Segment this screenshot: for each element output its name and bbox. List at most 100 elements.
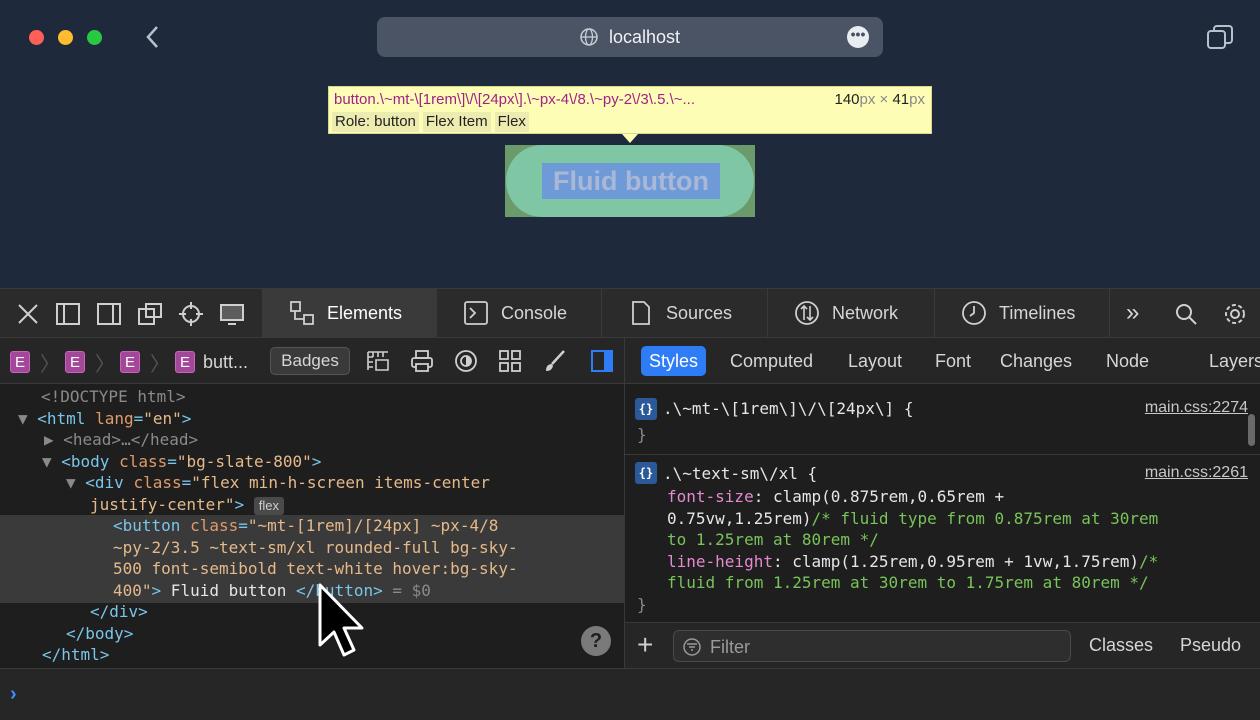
tooltip-dimensions: 140px × 41px (834, 91, 925, 108)
pseudo-button[interactable]: Pseudo (1180, 635, 1241, 656)
chevron-double-right-icon: » (1126, 299, 1140, 326)
dom-div-cont: justify-center"> flex (90, 494, 285, 516)
tab-font[interactable]: Font (927, 346, 979, 376)
tooltip-selector: button.\~mt-\[1rem\]\/\[24px\].\~px-4\/8… (334, 91, 696, 108)
back-button[interactable] (142, 22, 164, 52)
elements-breadcrumb-bar: E 〉 E 〉 E 〉 Ebutt... Badges (0, 338, 624, 384)
devtools-toolbar: Elements Console Sources Network Timelin… (0, 288, 1260, 338)
dom-tree: <!DOCTYPE html> ▼ <html lang="en"> ▶ <he… (0, 384, 624, 668)
dom-body[interactable]: ▼ <body class="bg-slate-800"> (42, 451, 321, 473)
minimize-window-button[interactable] (58, 30, 73, 45)
highlighted-element-overlay: Fluid button (505, 145, 755, 217)
close-icon[interactable] (15, 301, 41, 327)
layout-grid-overlay-icon[interactable] (365, 348, 391, 374)
css-rule-icon: {} (635, 462, 657, 484)
rule2-selector[interactable]: .\~text-sm\/xl { (663, 463, 817, 485)
dom-html[interactable]: ▼ <html lang="en"> (18, 408, 191, 430)
dom-button-cont-1: ~py-2/3.5 ~text-sm/xl rounded-full bg-sk… (113, 538, 518, 557)
prop-font-size[interactable]: font-size: clamp(0.875rem,0.65rem + (667, 486, 1004, 508)
classes-button[interactable]: Classes (1089, 635, 1153, 656)
styles-scrollbar[interactable] (1248, 414, 1255, 446)
page-viewport: button.\~mt-\[1rem\]\/\[24px\].\~px-4\/8… (0, 74, 1260, 288)
tab-network[interactable]: Network (767, 289, 934, 337)
inspector-tooltip: button.\~mt-\[1rem\]\/\[24px\].\~px-4\/8… (328, 86, 932, 134)
sources-icon (632, 301, 650, 325)
breadcrumb-div[interactable]: E 〉 (120, 350, 170, 376)
chevron-left-icon (146, 26, 158, 48)
prop-line-height-cont: fluid from 1.25rem at 30rem to 1.75rem a… (667, 573, 1149, 592)
dom-doctype[interactable]: <!DOCTYPE html> (41, 386, 186, 408)
styles-panel: {} .\~mt-\[1rem\]\/\[24px\] { main.css:2… (624, 384, 1260, 622)
fluid-button-label: Fluid button (553, 166, 709, 196)
help-button[interactable]: ? (581, 626, 611, 656)
dom-head[interactable]: ▶ <head>…</head> (44, 429, 198, 451)
url-text: localhost (609, 27, 681, 47)
tab-computed[interactable]: Computed (722, 346, 821, 376)
flex-badge[interactable]: flex (253, 497, 285, 515)
tooltip-flex-badge: Flex (494, 112, 529, 132)
rule1-source-link[interactable]: main.css:2274 (1145, 397, 1248, 419)
dock-left-icon[interactable] (55, 301, 81, 327)
dom-button[interactable]: <button class="~mt-[1rem]/[24px] ~px-4/8 (113, 515, 498, 537)
dom-html-close[interactable]: </html> (42, 644, 109, 666)
gear-icon[interactable] (1222, 301, 1248, 327)
rule2-close-brace: } (637, 595, 647, 614)
tooltip-flex-item-badge: Flex Item (422, 112, 491, 132)
badges-button[interactable]: Badges (270, 347, 350, 375)
content-box-highlight: Fluid button (542, 163, 720, 199)
element-picker-icon[interactable] (178, 301, 204, 327)
tab-console[interactable]: Console (436, 289, 601, 337)
undock-icon[interactable] (137, 301, 163, 327)
page-menu-button[interactable]: ••• (847, 26, 869, 48)
appearance-icon[interactable] (453, 348, 479, 374)
more-tabs-button[interactable]: » (1109, 289, 1161, 337)
rule-divider (625, 454, 1260, 455)
filter-placeholder: Filter (710, 637, 750, 657)
breadcrumb-button[interactable]: Ebutt... (175, 350, 248, 374)
rule1-close-brace: } (637, 425, 647, 444)
styles-filter-bar: + Filter Classes Pseudo (624, 622, 1260, 668)
tab-node[interactable]: Node (1098, 346, 1157, 376)
tab-layers[interactable]: Layers (1201, 346, 1260, 376)
elements-icon (290, 301, 314, 325)
address-bar[interactable]: localhost ••• (377, 17, 883, 57)
dom-body-close[interactable]: </body> (66, 623, 133, 645)
rule1-selector[interactable]: .\~mt-\[1rem\]\/\[24px\] { (663, 398, 913, 420)
grid-icon[interactable] (497, 348, 523, 374)
dom-button-cont-2: 500 font-semibold text-white hover:bg-sk… (113, 559, 518, 578)
tooltip-arrow (622, 134, 638, 143)
tab-elements[interactable]: Elements (262, 289, 436, 337)
paintbrush-icon[interactable] (542, 348, 568, 374)
print-icon[interactable] (409, 348, 435, 374)
mouse-cursor-icon (318, 583, 364, 657)
tab-changes[interactable]: Changes (992, 346, 1080, 376)
dom-button-cont-3: 400"> Fluid button </button> = $0 (113, 581, 431, 600)
prop-font-size-cont-2: to 1.25rem at 80rem */ (667, 530, 879, 549)
dom-div-close[interactable]: </div> (90, 601, 148, 623)
search-icon[interactable] (1173, 301, 1199, 327)
breadcrumb-body[interactable]: E 〉 (65, 350, 115, 376)
dom-div[interactable]: ▼ <div class="flex min-h-screen items-ce… (66, 472, 490, 494)
close-window-button[interactable] (29, 30, 44, 45)
prop-line-height[interactable]: line-height: clamp(1.25rem,0.95rem + 1vw… (667, 551, 1158, 573)
dock-right-icon[interactable] (96, 301, 122, 327)
fluid-button[interactable]: Fluid button (506, 145, 754, 217)
browser-titlebar: localhost ••• (0, 0, 1260, 74)
filter-input[interactable]: Filter (673, 630, 1071, 662)
breadcrumb-html[interactable]: E 〉 (10, 350, 60, 376)
tab-layout[interactable]: Layout (840, 346, 910, 376)
sidebar-tabs: Styles Computed Layout Font Changes Node… (624, 338, 1260, 384)
console-drawer[interactable]: › (0, 668, 1260, 720)
globe-icon (580, 28, 598, 46)
tab-sources[interactable]: Sources (601, 289, 767, 337)
console-prompt-icon: › (10, 683, 17, 705)
tooltip-role: Role: button (332, 112, 419, 132)
tab-timelines[interactable]: Timelines (934, 289, 1109, 337)
tab-overview-icon[interactable] (1206, 24, 1234, 50)
device-mode-icon[interactable] (219, 301, 245, 327)
zoom-window-button[interactable] (87, 30, 102, 45)
rule2-source-link[interactable]: main.css:2261 (1145, 462, 1248, 484)
tab-styles[interactable]: Styles (641, 346, 707, 376)
add-rule-button[interactable]: + (637, 631, 653, 659)
toggle-sidebar-icon[interactable] (589, 348, 615, 374)
